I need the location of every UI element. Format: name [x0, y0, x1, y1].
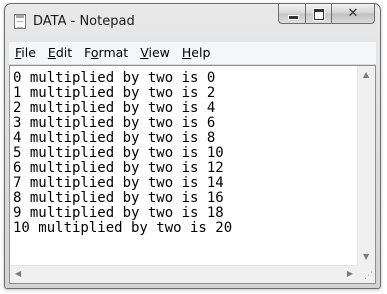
menu-edit-label: dit	[55, 45, 73, 60]
horizontal-scrollbar[interactable]: ◀ ▶	[10, 265, 358, 283]
close-icon: ✕	[347, 6, 359, 21]
maximize-button[interactable]	[305, 4, 331, 24]
text-line: 1 multiplied by two is 2	[13, 85, 216, 101]
menu-edit-mnemonic: E	[47, 45, 56, 60]
text-line: 4 multiplied by two is 8	[13, 130, 216, 146]
title-bar[interactable]: DATA - Notepad ✕	[5, 4, 380, 42]
size-grip[interactable]: ⋰	[358, 266, 375, 283]
menu-bar: File Edit Format View Help	[9, 42, 376, 65]
scroll-up-icon[interactable]: ▲	[363, 71, 369, 79]
menu-view-label: iew	[148, 45, 170, 60]
menu-format-prefix: F	[84, 45, 91, 60]
maximize-icon	[313, 8, 325, 21]
menu-edit[interactable]: Edit	[42, 43, 78, 63]
menu-view-mnemonic: V	[140, 45, 149, 60]
text-line: 0 multiplied by two is 0	[13, 71, 216, 86]
text-line: 9 multiplied by two is 18	[13, 205, 224, 221]
scroll-down-icon[interactable]: ▼	[363, 253, 369, 261]
notepad-window: DATA - Notepad ✕ File Edit Format View H…	[4, 3, 381, 289]
menu-file[interactable]: File	[9, 43, 42, 63]
scroll-left-icon[interactable]: ◀	[15, 270, 21, 278]
editor-text[interactable]: 0 multiplied by two is 0 1 multiplied by…	[13, 71, 355, 263]
text-line: 6 multiplied by two is 12	[13, 160, 224, 176]
menu-help-label: elp	[191, 45, 211, 60]
menu-format[interactable]: Format	[78, 43, 134, 63]
caption-buttons: ✕	[278, 4, 375, 25]
text-editor[interactable]: 0 multiplied by two is 0 1 multiplied by…	[9, 65, 376, 284]
menu-help[interactable]: Help	[176, 43, 217, 63]
notepad-icon[interactable]	[14, 14, 26, 29]
menu-help-mnemonic: H	[181, 45, 192, 60]
menu-format-mnemonic: o	[90, 45, 99, 60]
text-line: 3 multiplied by two is 6	[13, 115, 216, 131]
text-line: 10 multiplied by two is 20	[13, 220, 233, 236]
close-button[interactable]: ✕	[331, 4, 375, 24]
menu-file-label: ile	[21, 45, 36, 60]
text-line: 2 multiplied by two is 4	[13, 100, 216, 116]
text-line: 7 multiplied by two is 14	[13, 175, 224, 191]
window-title: DATA - Notepad	[33, 14, 135, 29]
menu-view[interactable]: View	[134, 43, 176, 63]
minimize-icon	[288, 15, 299, 20]
vertical-scrollbar[interactable]: ▲ ▼	[357, 66, 375, 266]
minimize-button[interactable]	[278, 4, 305, 24]
menu-format-label: rmat	[98, 45, 129, 60]
text-line: 8 multiplied by two is 16	[13, 190, 224, 206]
scroll-right-icon[interactable]: ▶	[347, 270, 353, 278]
text-line: 5 multiplied by two is 10	[13, 145, 224, 161]
resize-grip-icon: ⋰	[364, 271, 373, 281]
